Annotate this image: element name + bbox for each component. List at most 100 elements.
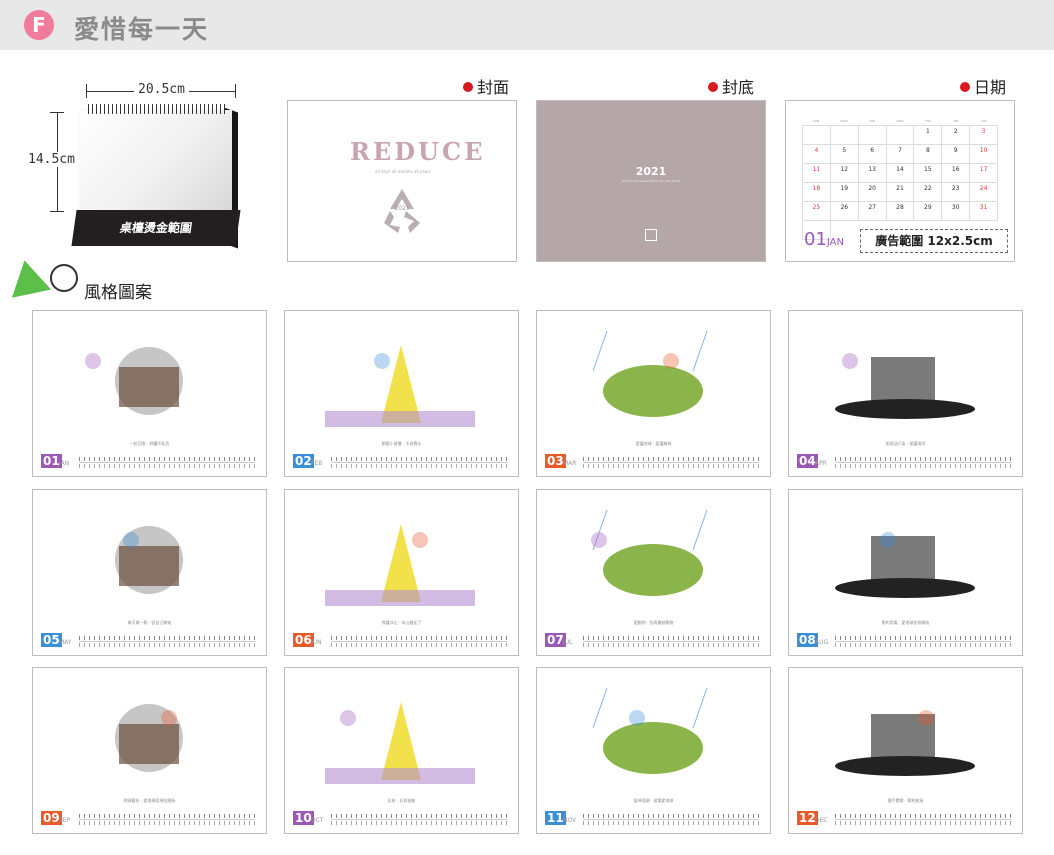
style-section-label: 風格圖案 [4, 256, 168, 303]
month-caption: 保護冰山 · 冰山融化了 [381, 620, 422, 625]
date-strip [583, 821, 759, 825]
month-card-jun[interactable]: 保護冰山 · 冰山融化了 06 JUN [284, 489, 519, 656]
month-caption: 愛護地球 · 愛護森林 [635, 441, 672, 446]
date-month-label: 01JAN [804, 229, 845, 250]
day-cell: 31 [970, 202, 998, 221]
day-cell: 29 [914, 202, 943, 221]
back-cover-preview[interactable]: 2021 protect our planet earth our only h… [536, 100, 766, 262]
red-dot-icon [708, 82, 718, 92]
plug-socket-icon [592, 687, 708, 774]
month-card-oct[interactable]: 反核 · 反對核能 10 OCT [284, 667, 519, 834]
red-dot-icon [463, 82, 473, 92]
spiral-binding [88, 104, 228, 114]
month-card-sep[interactable]: 地球暖化 · 愛地球從現在開始 09 SEP [32, 667, 267, 834]
month-caption: 拒絕油污染 · 保護海洋 [885, 441, 926, 446]
date-strip [79, 643, 255, 647]
weekday-header: WED [896, 119, 904, 123]
day-cell [858, 126, 887, 145]
hill-rain-icon [592, 330, 708, 417]
day-cell: 2 [942, 126, 971, 145]
weekday-header: SAT [981, 119, 987, 123]
doodle-face-icon [50, 264, 78, 292]
cover-year: 2021 [394, 205, 410, 212]
oil-barrel-icon [835, 353, 975, 419]
month-caption: 地球暖化 · 愛地球從現在開始 [123, 798, 176, 803]
day-cell: 9 [942, 145, 971, 164]
date-strip [583, 464, 759, 468]
date-section-label: 日期 [960, 74, 1006, 98]
day-cell: 14 [886, 164, 915, 183]
month-card-mar[interactable]: 愛護地球 · 愛護森林 03 MAR [536, 310, 771, 477]
day-cell: 24 [970, 183, 998, 202]
month-name: OCT [311, 817, 324, 824]
date-strip [583, 643, 759, 647]
cover-preview[interactable]: REDUCE all days all months all years 202… [287, 100, 517, 262]
month-name: MAY [59, 639, 72, 646]
day-cell [830, 126, 859, 145]
bulb-doodle-icon [835, 532, 975, 598]
faces-week-icon [115, 526, 183, 594]
month-name: AUG [815, 639, 829, 646]
weekday-strip [79, 814, 255, 818]
cover-subtitle: all days all months all years [375, 169, 431, 174]
day-cell: 16 [942, 164, 971, 183]
day-cell: 26 [830, 202, 859, 221]
month-card-dec[interactable]: 隨手關燈 · 節約能源 12 DEC [788, 667, 1023, 834]
day-cell: 27 [858, 202, 887, 221]
day-cell: 28 [886, 202, 915, 221]
day-cell: 1 [914, 126, 943, 145]
weekday-strip [79, 457, 255, 461]
month-card-jan[interactable]: 一粒回收 · 杯罐不亂丟 01 JAN [32, 310, 267, 477]
day-cell [886, 126, 915, 145]
day-cell: 7 [886, 145, 915, 164]
day-cell: 30 [942, 202, 971, 221]
month-name: FEB [311, 460, 323, 467]
globe-shower-icon [115, 704, 183, 772]
day-cell: 3 [970, 126, 998, 145]
weekday-strip [835, 457, 1011, 461]
weekday-header: TUE [869, 119, 875, 123]
month-card-nov[interactable]: 拔掉插頭 · 省電愛地球 11 NOV [536, 667, 771, 834]
month-name: APR [815, 460, 827, 467]
month-card-apr[interactable]: 拒絕油污染 · 保護海洋 04 APR [788, 310, 1023, 477]
month-card-aug[interactable]: 節約用電 · 愛地球從你開始 08 AUG [788, 489, 1023, 656]
day-cell: 5 [830, 145, 859, 164]
month-caption: 節約用電 · 愛地球從你開始 [881, 620, 930, 625]
weekday-strip [583, 814, 759, 818]
weekday-strip [331, 457, 507, 461]
ad-area-box: 廣告範圍 12x2.5cm [860, 229, 1008, 253]
weekday-strip [331, 814, 507, 818]
weekday-header: FRI [953, 119, 959, 123]
date-strip [835, 464, 1011, 468]
page-title: 愛惜每一天 [74, 15, 210, 44]
header-bar: F 愛惜每一天 [0, 0, 1054, 50]
desk-calendar-image: 桌檯燙金範圍 [71, 100, 244, 250]
weekday-strip [583, 636, 759, 640]
month-name: MAR [563, 460, 577, 467]
weekday-strip [835, 814, 1011, 818]
reduce-wordmark: REDUCE [350, 137, 486, 166]
month-caption: 節能小習慣 · 不浪費水 [381, 441, 422, 446]
day-cell: 20 [858, 183, 887, 202]
day-cell: 15 [914, 164, 943, 183]
day-cell: 17 [970, 164, 998, 183]
date-grid: SUN MON TUE WED THU FRI SAT 1 2 3 4 5 6 7 8 9 10 11 12 13 1… [802, 119, 998, 240]
month-card-may[interactable]: 每天做一點 · 從自己開始 05 MAY [32, 489, 267, 656]
weekday-strip [583, 457, 759, 461]
back-section-label: 封底 [708, 74, 754, 98]
weekday-header: MON [840, 119, 848, 123]
day-cell: 12 [830, 164, 859, 183]
day-cell: 11 [803, 164, 831, 183]
month-name: NOV [563, 817, 577, 824]
month-card-feb[interactable]: 節能小習慣 · 不浪費水 02 FEB [284, 310, 519, 477]
date-strip [331, 643, 507, 647]
month-caption: 愛動物 · 別再獵殺動物 [633, 620, 674, 625]
day-cell: 23 [942, 183, 971, 202]
month-caption: 反核 · 反對核能 [387, 798, 416, 803]
day-cell: 18 [803, 183, 831, 202]
month-name: DEC [815, 817, 828, 824]
month-name: JUL [563, 639, 573, 646]
month-card-jul[interactable]: 愛動物 · 別再獵殺動物 07 JUL [536, 489, 771, 656]
date-page-preview[interactable]: SUN MON TUE WED THU FRI SAT 1 2 3 4 5 6 7 8 9 10 11 12 13 1… [785, 100, 1015, 262]
weekday-strip [331, 636, 507, 640]
